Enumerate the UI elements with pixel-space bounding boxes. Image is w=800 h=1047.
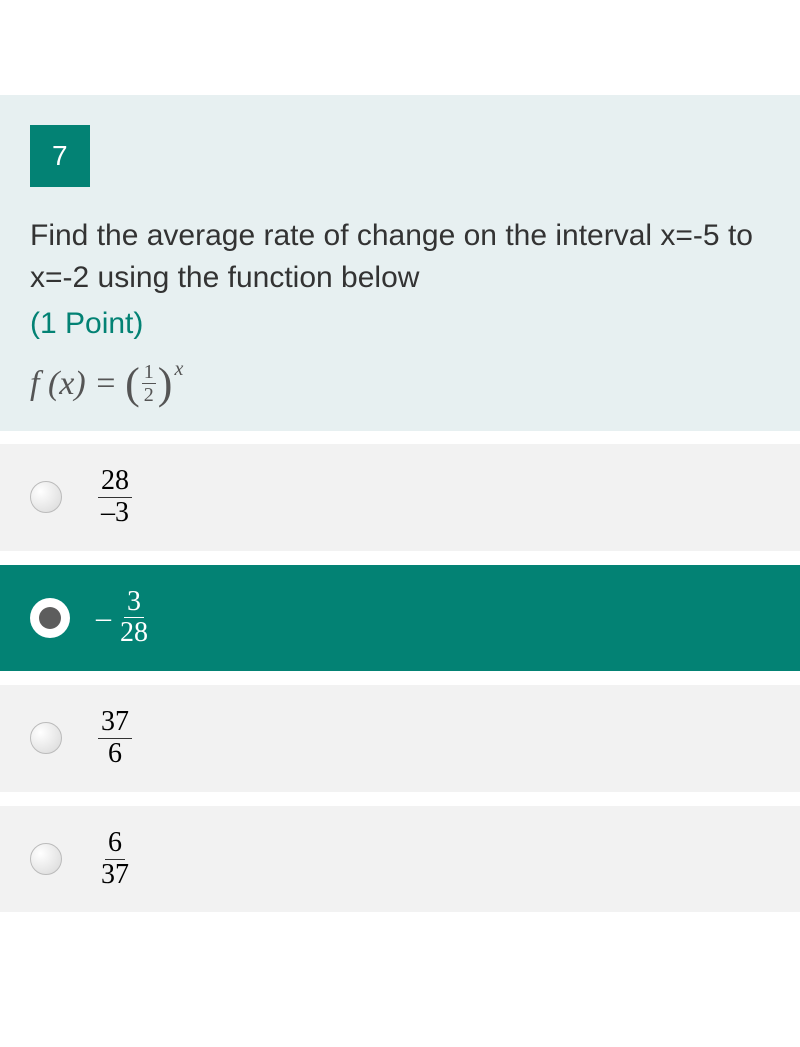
question-points: (1 Point): [30, 307, 770, 341]
formula-frac-den: 2: [142, 384, 156, 406]
formula-prefix: f (x) =: [30, 365, 117, 403]
options-list: 28 –3 – 3 28 37 6 6: [0, 444, 800, 912]
option-1[interactable]: 28 –3: [0, 444, 800, 551]
question-formula: f (x) = ( 1 2 ) x: [30, 361, 770, 406]
radio-inner: [39, 607, 61, 629]
option-fraction: 37 6: [98, 707, 132, 770]
option-content: 37 6: [92, 707, 132, 770]
option-frac-den: 6: [105, 739, 125, 770]
option-frac-num: 37: [98, 707, 132, 739]
formula-fraction: 1 2: [142, 361, 156, 406]
formula-frac-num: 1: [142, 361, 156, 384]
radio-button[interactable]: [30, 598, 70, 638]
option-frac-num: 3: [124, 587, 144, 619]
option-3[interactable]: 37 6: [0, 685, 800, 792]
question-number-badge: 7: [30, 125, 90, 187]
option-content: – 3 28: [96, 587, 151, 650]
question-text: Find the average rate of change on the i…: [30, 215, 770, 299]
option-fraction: 28 –3: [98, 466, 132, 529]
formula-exponent: x: [174, 358, 183, 381]
radio-button[interactable]: [30, 481, 62, 513]
option-frac-den: 28: [117, 618, 151, 649]
option-frac-den: 37: [98, 860, 132, 891]
option-2[interactable]: – 3 28: [0, 565, 800, 672]
option-frac-num: 28: [98, 466, 132, 498]
option-neg: –: [96, 601, 111, 635]
radio-button[interactable]: [30, 722, 62, 754]
question-card: 7 Find the average rate of change on the…: [0, 95, 800, 431]
option-frac-den: –3: [98, 498, 132, 529]
option-content: 6 37: [92, 828, 132, 891]
option-fraction: 6 37: [98, 828, 132, 891]
radio-button[interactable]: [30, 843, 62, 875]
option-content: 28 –3: [92, 466, 132, 529]
option-frac-num: 6: [105, 828, 125, 860]
option-fraction: 3 28: [117, 587, 151, 650]
option-4[interactable]: 6 37: [0, 806, 800, 913]
